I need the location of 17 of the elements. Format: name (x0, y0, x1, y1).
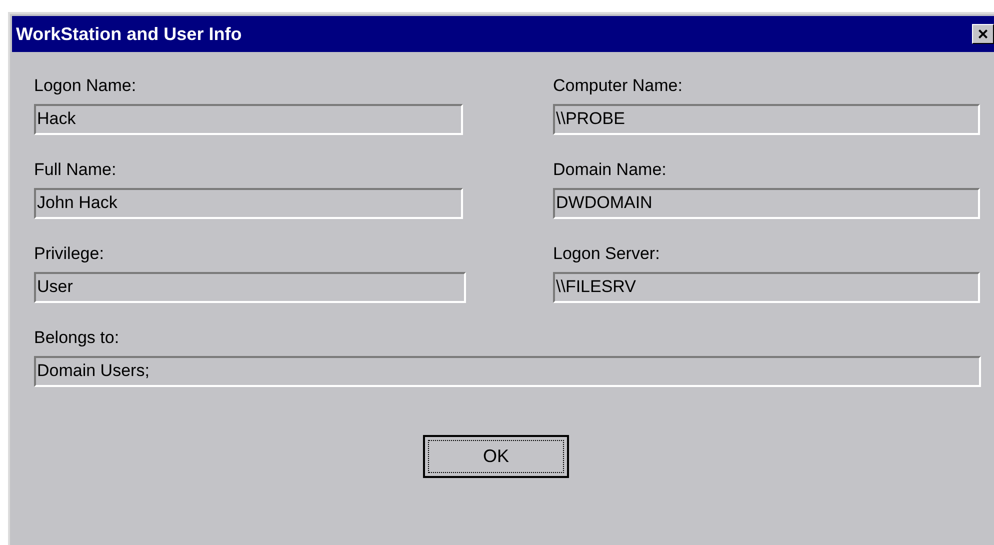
field-label: Logon Server: (553, 244, 660, 264)
close-button[interactable]: × (972, 24, 994, 44)
field-label: Privilege: (34, 244, 104, 264)
field-label: Full Name: (34, 160, 116, 180)
window-title: WorkStation and User Info (16, 22, 242, 46)
field-label: Computer Name: (553, 76, 682, 96)
value-field[interactable]: Hack (34, 104, 463, 135)
value-field[interactable]: \\FILESRV (553, 272, 980, 303)
value-field[interactable]: User (34, 272, 466, 303)
field-label: Belongs to: (34, 328, 120, 348)
field-label: Domain Name: (553, 160, 666, 180)
value-field[interactable]: John Hack (34, 188, 463, 219)
ok-button[interactable]: OK (423, 435, 569, 478)
value-field[interactable]: Domain Users; (34, 356, 981, 387)
value-field[interactable]: DWDOMAIN (553, 188, 980, 219)
field-label: Logon Name: (34, 76, 136, 96)
value-field[interactable]: \\PROBE (553, 104, 980, 135)
